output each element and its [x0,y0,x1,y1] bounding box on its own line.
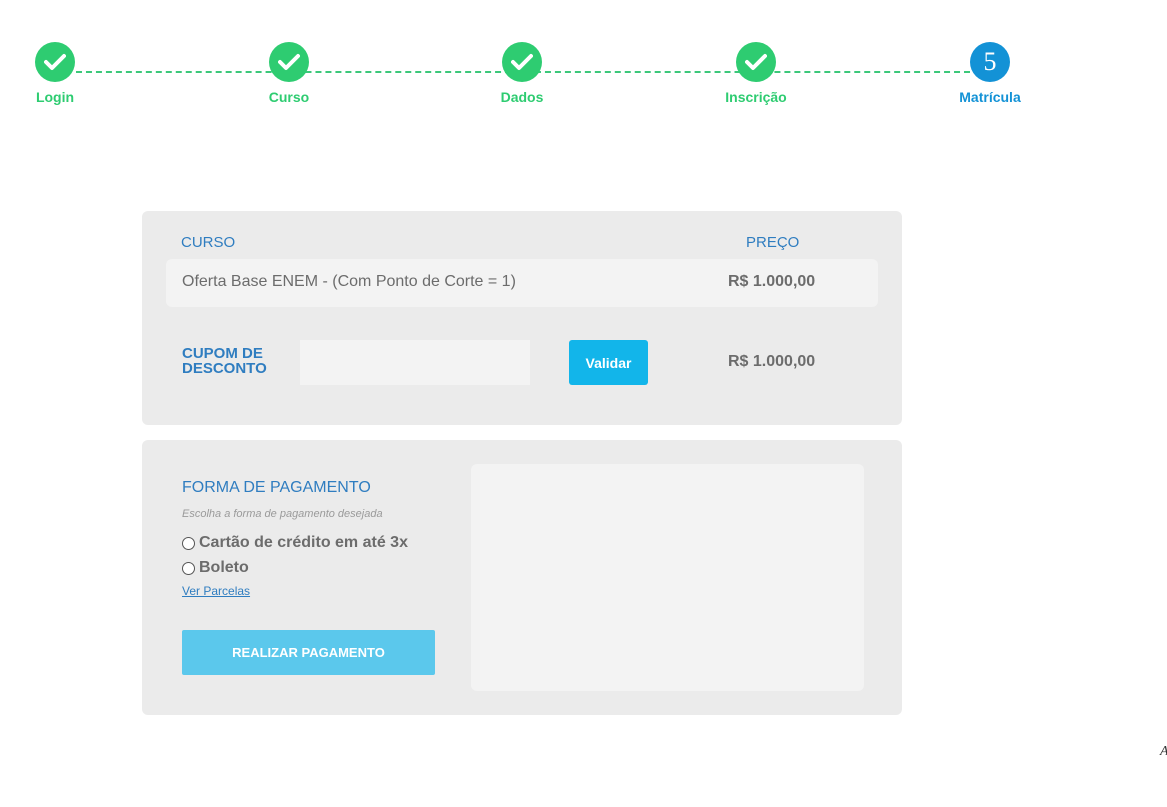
step-matricula-label: Matrícula [959,89,1021,105]
payment-title: FORMA DE PAGAMENTO [182,479,371,496]
course-row: Oferta Base ENEM - (Com Ponto de Corte =… [166,259,878,307]
payment-option-boleto[interactable]: Boleto [182,559,249,577]
coupon-input[interactable] [300,340,530,385]
step-dados-label: Dados [500,89,544,105]
validate-coupon-button[interactable]: Validar [569,340,648,385]
boleto-radio[interactable] [182,561,195,575]
coupon-label-line2: DESCONTO [182,360,267,377]
step-login-check-icon [35,42,75,82]
course-column-header: CURSO [181,234,236,251]
credit-card-label: Cartão de crédito em até 3x [199,534,408,551]
step-inscricao-label: Inscrição [725,89,787,105]
corner-glyph: A [1160,744,1167,760]
make-payment-button[interactable]: REALIZAR PAGAMENTO [182,630,435,675]
step-inscricao: Inscrição [696,42,816,105]
step-curso-label: Curso [268,89,310,105]
coupon-label: CUPOM DE DESCONTO [182,346,292,376]
payment-hint: Escolha a forma de pagamento desejada [182,508,383,520]
total-price: R$ 1.000,00 [728,353,816,370]
step-dados: Dados [462,42,582,105]
course-name: Oferta Base ENEM - (Com Ponto de Corte =… [182,273,516,290]
course-price: R$ 1.000,00 [728,273,816,290]
price-column-header: PREÇO [746,234,800,251]
step-matricula: 5 Matrícula [930,42,1050,105]
step-dados-check-icon [502,42,542,82]
boleto-label: Boleto [199,559,249,576]
progress-stepper: Login Curso Dados Inscrição 5 Matrícula [0,0,1167,120]
payment-option-credit-card[interactable]: Cartão de crédito em até 3x [182,534,408,552]
step-matricula-number: 5 [970,42,1010,82]
step-curso-check-icon [269,42,309,82]
payment-details-box [471,464,864,691]
course-summary-panel: CURSO PREÇO Oferta Base ENEM - (Com Pont… [142,211,902,425]
step-login-label: Login [35,89,75,105]
step-inscricao-check-icon [736,42,776,82]
payment-panel: FORMA DE PAGAMENTO Escolha a forma de pa… [142,440,902,715]
step-curso: Curso [229,42,349,105]
credit-card-radio[interactable] [182,536,195,550]
view-installments-link[interactable]: Ver Parcelas [182,584,250,598]
step-login: Login [0,42,115,105]
